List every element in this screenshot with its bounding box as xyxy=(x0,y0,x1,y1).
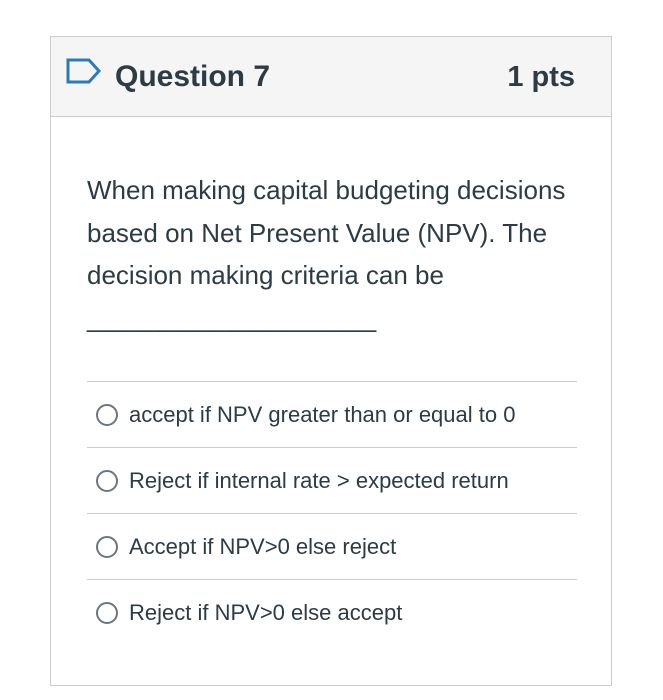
answer-option[interactable]: Accept if NPV>0 else reject xyxy=(87,513,577,579)
radio-button[interactable] xyxy=(96,601,118,624)
question-card: Question 7 1 pts When making capital bud… xyxy=(50,36,612,686)
answer-label: Reject if NPV>0 else accept xyxy=(129,599,403,625)
answer-option[interactable]: Reject if internal rate > expected retur… xyxy=(87,447,577,513)
flag-outline-icon[interactable] xyxy=(65,57,103,85)
answer-label: accept if NPV greater than or equal to 0 xyxy=(129,401,516,427)
radio-button[interactable] xyxy=(96,469,118,492)
answer-list: accept if NPV greater than or equal to 0… xyxy=(87,381,577,645)
answer-option[interactable]: Reject if NPV>0 else accept xyxy=(87,579,577,645)
radio-button[interactable] xyxy=(96,403,118,426)
question-title: Question 7 xyxy=(115,60,271,93)
answer-option[interactable]: accept if NPV greater than or equal to 0 xyxy=(87,381,577,447)
answer-label: Reject if internal rate > expected retur… xyxy=(129,467,509,493)
radio-button[interactable] xyxy=(96,535,118,558)
question-body: When making capital budgeting decisions … xyxy=(87,169,577,339)
question-points: 1 pts xyxy=(507,61,575,93)
answer-label: Accept if NPV>0 else reject xyxy=(129,533,397,559)
question-header: Question 7 1 pts xyxy=(51,37,611,117)
question-text: When making capital budgeting decisions … xyxy=(87,175,566,333)
